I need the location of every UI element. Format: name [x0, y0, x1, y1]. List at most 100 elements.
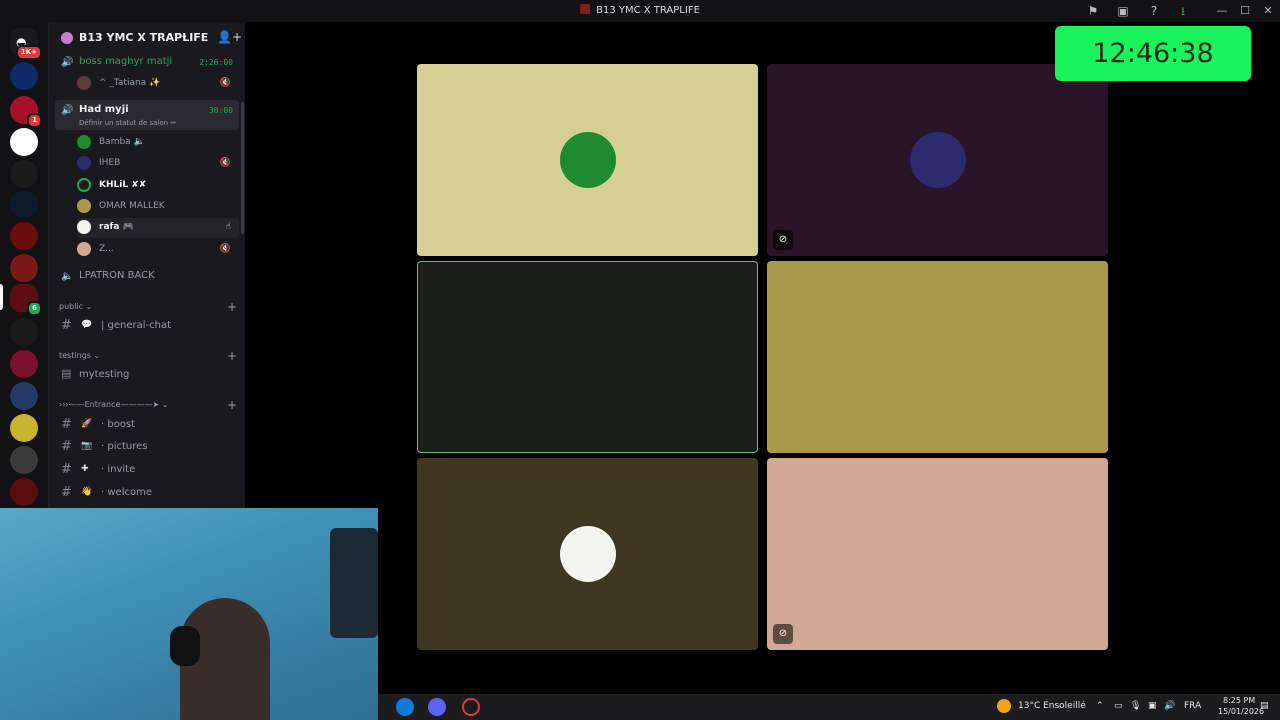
background-object: [330, 528, 378, 638]
server-icon-6[interactable]: [10, 222, 38, 250]
server-icon-11[interactable]: [10, 414, 38, 442]
close-button[interactable]: ✕: [1256, 3, 1280, 19]
help-icon[interactable]: ?: [1146, 3, 1162, 19]
add-channel-icon[interactable]: +: [227, 349, 237, 363]
voice-user[interactable]: Z... 🔇: [77, 240, 239, 260]
notification-icon[interactable]: ▤: [1260, 701, 1269, 711]
chat-icon: 💬: [81, 320, 93, 330]
category-entrance[interactable]: ›››——Entrance————➤ ⌄ +: [59, 398, 237, 414]
server-icon-8[interactable]: [10, 318, 38, 346]
channel-status[interactable]: Définir un statut de salon ✏: [79, 119, 176, 127]
inbox-icon[interactable]: ▣: [1115, 3, 1131, 19]
add-channel-icon[interactable]: +: [227, 300, 237, 314]
text-channel-welcome[interactable]: # 👋 · welcome: [57, 483, 239, 503]
avatar: [77, 220, 91, 234]
weather-text[interactable]: 13°C Ensoleillé: [1018, 701, 1086, 711]
server-icon-active[interactable]: 6: [10, 284, 42, 316]
server-icon-1[interactable]: [10, 62, 38, 90]
obs-icon[interactable]: [462, 698, 480, 716]
channel-name: · invite: [101, 464, 136, 475]
maximize-button[interactable]: ☐: [1233, 3, 1257, 19]
text-channel-invite[interactable]: # ✚ · invite: [57, 460, 239, 480]
camera-tray-icon[interactable]: ▣: [1148, 701, 1157, 711]
minimize-button[interactable]: —: [1210, 3, 1234, 19]
headphones-icon: [170, 626, 200, 666]
user-name: OMAR MALLEK: [99, 201, 165, 211]
hash-icon: #: [61, 485, 72, 500]
discord-home-icon[interactable]: ◓ 1K+: [10, 28, 42, 60]
avatar: [77, 242, 91, 256]
mic-icon[interactable]: 🎙: [1130, 701, 1141, 711]
hash-icon: #: [61, 318, 72, 333]
server-icon-3[interactable]: [10, 128, 38, 156]
volume-icon[interactable]: 🔊: [1164, 701, 1175, 711]
avatar: [77, 76, 91, 90]
clock-date[interactable]: 15/01/2026: [1218, 707, 1264, 716]
server-icon-4[interactable]: [10, 160, 38, 188]
text-channel-pictures[interactable]: # 📷 · pictures: [57, 437, 239, 457]
channel-name: mytesting: [79, 369, 130, 380]
channel-name: · boost: [101, 419, 136, 430]
category-testings[interactable]: testings ⌄ +: [59, 349, 237, 365]
voice-user[interactable]: IHEB 🔇: [77, 154, 239, 174]
server-icon-2[interactable]: 1: [10, 96, 42, 128]
tray-chevron-icon[interactable]: ⌃: [1096, 701, 1104, 711]
flag-icon[interactable]: ⚑: [1085, 3, 1101, 19]
user-name: KHLiL ✘✘: [99, 180, 147, 190]
server-icon-5[interactable]: [10, 190, 38, 218]
participant-tile[interactable]: [767, 261, 1108, 453]
category-public[interactable]: public ⌄ +: [59, 300, 237, 316]
server-icon-9[interactable]: [10, 350, 38, 378]
hash-icon: #: [61, 462, 72, 477]
discord-taskbar-icon[interactable]: [428, 698, 446, 716]
participant-tile[interactable]: ⊘: [767, 64, 1108, 256]
sidebar-scrollbar[interactable]: [241, 102, 244, 234]
speaker-icon: 🔊: [61, 105, 74, 116]
server-header[interactable]: B13 YMC X TRAPLIFE ⌄ 👤+: [49, 22, 246, 54]
text-channel-boost[interactable]: # 🚀 · boost: [57, 415, 239, 435]
server-name: B13 YMC X TRAPLIFE: [79, 31, 209, 44]
server-icon-10[interactable]: [10, 382, 38, 410]
muted-icon: 🔇: [219, 78, 231, 88]
download-icon[interactable]: ⭳: [1175, 3, 1191, 19]
server-icon-7[interactable]: [10, 254, 38, 282]
voice-channel-lpatron-back[interactable]: 🔈 LPATRON BACK: [55, 266, 239, 288]
text-channel-general-chat[interactable]: # 💬 | general-chat: [57, 316, 239, 336]
add-member-icon[interactable]: 👤+: [217, 30, 242, 44]
voice-channel-had-myji[interactable]: 🔊 Had myji 30:00 Définir un statut de sa…: [55, 100, 239, 130]
clock-time[interactable]: 8:25 PM: [1223, 696, 1255, 705]
participant-tile[interactable]: ⊘: [767, 458, 1108, 650]
voice-channel-boss-maghyr-matji[interactable]: 🔊 boss maghyr matji 2:26:00: [55, 52, 239, 74]
participant-tile-speaking[interactable]: [417, 261, 758, 453]
voice-user-hovered[interactable]: rafa 🎮 ☝: [77, 218, 239, 238]
participant-avatar: [559, 526, 616, 582]
participant-avatar: [559, 329, 616, 385]
muted-icon: 🔇: [219, 244, 231, 254]
participant-tile[interactable]: [417, 458, 758, 650]
voice-grid: ⊘ ⊘: [245, 22, 1280, 694]
user-name: rafa 🎮: [99, 222, 134, 232]
add-channel-icon[interactable]: +: [227, 398, 237, 412]
voice-channel-name: LPATRON BACK: [79, 270, 155, 281]
voice-user[interactable]: KHLiL ✘✘: [77, 176, 239, 196]
window-title-text: B13 YMC X TRAPLIFE: [596, 5, 700, 16]
muted-icon: ⊘: [773, 624, 793, 644]
voice-user[interactable]: Bamba 🔈: [77, 133, 239, 153]
forum-icon: ▤: [61, 367, 72, 380]
muted-icon: 🔇: [219, 158, 231, 168]
avatar: [77, 135, 91, 149]
participant-avatar: [909, 329, 966, 385]
voice-user[interactable]: ^ _Tatiana ✨ 🔇: [77, 74, 239, 94]
forum-channel-mytesting[interactable]: ▤ mytesting: [57, 365, 239, 385]
participant-tile[interactable]: [417, 64, 758, 256]
speaker-icon: 🔊: [61, 57, 74, 68]
avatar: [77, 156, 91, 170]
wave-icon: 👋: [81, 487, 93, 497]
server-icon-12[interactable]: [10, 446, 38, 474]
server-icon-13[interactable]: [10, 478, 38, 506]
voice-user[interactable]: OMAR MALLEK: [77, 197, 239, 217]
avatar: [77, 199, 91, 213]
language-indicator[interactable]: FRA: [1184, 701, 1201, 711]
network-icon[interactable]: ▭: [1114, 701, 1123, 711]
edge-icon[interactable]: [396, 698, 414, 716]
